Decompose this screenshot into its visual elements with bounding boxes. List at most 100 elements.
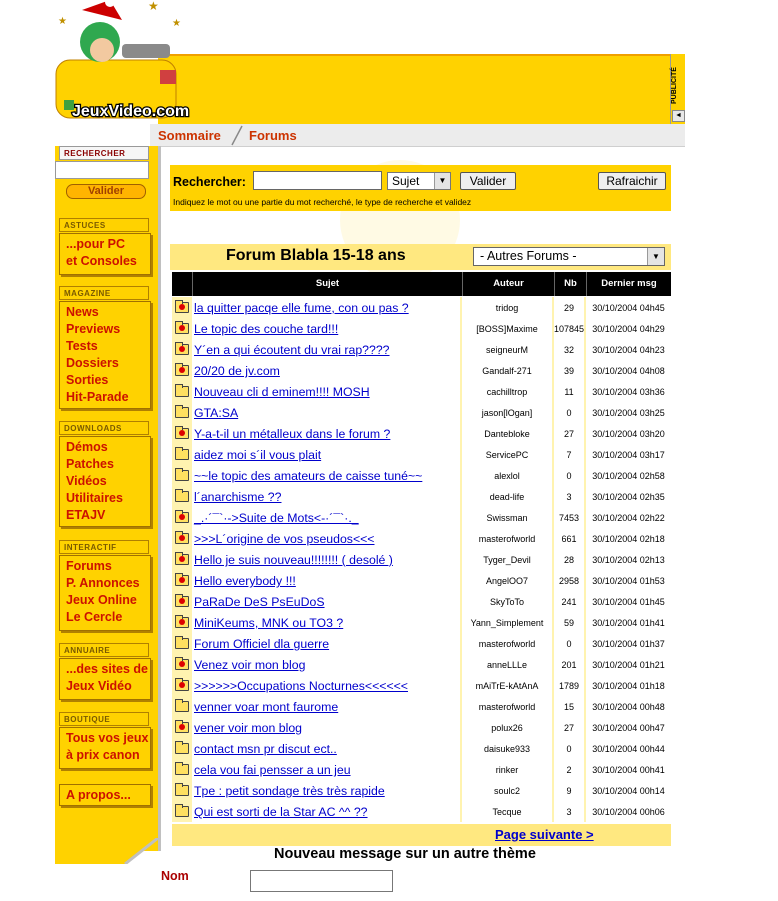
topic-last-message: 30/10/2004 04h08 [586,360,671,381]
topic-link[interactable]: contact msn pr discut ect.. [194,742,337,756]
sidebar-link-utilitaires[interactable]: Utilitaires [66,490,150,507]
sidebar-link-annuaire-1[interactable]: ...des sites de [66,661,150,678]
new-message-title: Nouveau message sur un autre thème [274,846,536,862]
topic-link[interactable]: ~~le topic des amateurs de caisse tuné~~ [194,469,422,483]
topic-count: 1789 [554,675,584,696]
table-row: Tpe : petit sondage très très rapide soul… [172,780,671,801]
next-page-link[interactable]: Page suivante > [495,827,594,842]
sidebar-link-astuces-1[interactable]: ...pour PC [66,236,150,253]
svg-text:★: ★ [172,18,181,29]
topic-link[interactable]: Y´en a qui écoutent du vrai rap???? [194,343,390,357]
topic-link[interactable]: Forum Officiel dla guerre [194,637,329,651]
topic-link[interactable]: cela vou fai pensser a un jeu [194,763,351,777]
topic-link[interactable]: Y-a-t-il un métalleux dans le forum ? [194,427,390,441]
sidebar-link-boutique-1[interactable]: Tous vos jeux [66,730,150,747]
topic-last-message: 30/10/2004 01h21 [586,654,671,675]
topic-link[interactable]: aidez moi s´il vous plait [194,448,321,462]
search-input[interactable] [253,171,382,190]
sidebar-link-annuaire-2[interactable]: Jeux Vidéo [66,678,150,695]
sidebar-link-jeux-online[interactable]: Jeux Online [66,592,150,609]
topic-link[interactable]: Hello everybody !!! [194,574,296,588]
name-input[interactable] [250,870,393,892]
topic-link[interactable]: >>>L´origine de vos pseudos<<< [194,532,375,546]
breadcrumb-forums[interactable]: Forums [249,128,297,143]
sidebar-link-sorties[interactable]: Sorties [66,372,150,389]
topic-subject-cell: Hello everybody !!! [192,570,460,591]
topic-subject-cell: aidez moi s´il vous plait [192,444,460,465]
column-count[interactable]: Nb [554,272,586,296]
sidebar-link-hitparade[interactable]: Hit-Parade [66,389,150,406]
topic-icon-cell [172,507,192,528]
topic-icon-cell [172,339,192,360]
sidebar-link-astuces-2[interactable]: et Consoles [66,253,150,270]
sidebar-link-annonces[interactable]: P. Annonces [66,575,150,592]
topic-link[interactable]: Le topic des couche tard!!! [194,322,338,336]
topic-last-message: 30/10/2004 00h48 [586,696,671,717]
sidebar-link-etajv[interactable]: ETAJV [66,507,150,524]
topic-link[interactable]: Tpe : petit sondage très très rapide [194,784,385,798]
sidebar-link-previews[interactable]: Previews [66,321,150,338]
sidebar-link-apropos[interactable]: A propos... [66,787,150,804]
topic-link[interactable]: Qui est sorti de la Star AC ^^ ?? [194,805,368,819]
table-row: >>>>>>Occupations Nocturnes<<<<<< mAiTrE-… [172,675,671,696]
sidebar-link-boutique-2[interactable]: à prix canon [66,747,150,764]
column-subject[interactable]: Sujet [192,272,462,296]
search-type-select[interactable]: Sujet ▼ [387,172,451,190]
sidebar-link-dossiers[interactable]: Dossiers [66,355,150,372]
topic-link[interactable]: 20/20 de jv.com [194,364,280,378]
hot-folder-icon [175,321,189,334]
hot-folder-icon [175,531,189,544]
sidebar-link-demos[interactable]: Démos [66,439,150,456]
topic-link[interactable]: la quitter pacqe elle fume, con ou pas ? [194,301,409,315]
topic-count: 59 [554,612,584,633]
table-row: cela vou fai pensser a un jeu rinker 2 30/1… [172,759,671,780]
hot-folder-icon [175,426,189,439]
table-row: Venez voir mon blog anneLLLe 201 30/10/2004… [172,654,671,675]
ad-label: PUBLICITÉ [671,67,678,104]
breadcrumb-sommaire[interactable]: Sommaire [158,128,221,143]
topic-last-message: 30/10/2004 01h41 [586,612,671,633]
name-label: Nom [161,869,189,883]
topic-link[interactable]: GTA:SA [194,406,238,420]
column-author[interactable]: Auteur [462,272,554,296]
topic-link[interactable]: l´anarchisme ?? [194,490,281,504]
refresh-button[interactable]: Rafraichir [598,172,666,190]
topic-link[interactable]: MiniKeums, MNK ou TO3 ? [194,616,343,630]
sidebar-search-button[interactable]: Valider [66,184,146,199]
search-submit-button[interactable]: Valider [460,172,516,190]
topic-link[interactable]: >>>>>>Occupations Nocturnes<<<<<< [194,679,408,693]
hot-folder-icon [175,342,189,355]
hot-folder-icon [175,657,189,670]
topic-count: 39 [554,360,584,381]
sidebar-link-le-cercle[interactable]: Le Cercle [66,609,150,626]
topic-count: 9 [554,780,584,801]
ad-arrow-icon[interactable]: ◄ [672,110,685,122]
column-last-message[interactable]: Dernier msg [586,272,671,296]
topic-link[interactable]: PaRaDe DeS PsEuDoS [194,595,325,609]
topic-icon-cell [172,591,192,612]
sidebar-link-forums[interactable]: Forums [66,558,150,575]
topic-link[interactable]: venner voar mont faurome [194,700,338,714]
topic-link[interactable]: _.·´¯`·->Suite de Mots<-·´¯`·._ [194,511,359,525]
topic-author: masterofworld [462,633,552,654]
sidebar-link-tests[interactable]: Tests [66,338,150,355]
table-row: Hello everybody !!! AngelOO7 2958 30/10/200… [172,570,671,591]
sidebar-link-videos[interactable]: Vidéos [66,473,150,490]
site-logo[interactable]: ★ ★ ★ JeuxVideo.com [52,0,192,124]
topic-link[interactable]: Hello je suis nouveau!!!!!!!! ( desolé ) [194,553,393,567]
topic-link[interactable]: Venez voir mon blog [194,658,305,672]
topic-author: jason[lOgan] [462,402,552,423]
sidebar-link-news[interactable]: News [66,304,150,321]
table-row: Hello je suis nouveau!!!!!!!! ( desolé )… [172,549,671,570]
sidebar-link-patches[interactable]: Patches [66,456,150,473]
other-forums-select[interactable]: - Autres Forums - ▼ [473,247,665,266]
sidebar-search-input[interactable] [55,161,149,179]
sidebar-title-astuces: ASTUCES [59,218,149,232]
topic-link[interactable]: vener voir mon blog [194,721,302,735]
topic-subject-cell: 20/20 de jv.com [192,360,460,381]
folder-icon [175,384,189,397]
hot-folder-icon [175,363,189,376]
table-row: venner voar mont faurome masterofworld 15 3… [172,696,671,717]
topic-link[interactable]: Nouveau cli d eminem!!!! MOSH [194,385,370,399]
topic-author: tridog [462,297,552,318]
